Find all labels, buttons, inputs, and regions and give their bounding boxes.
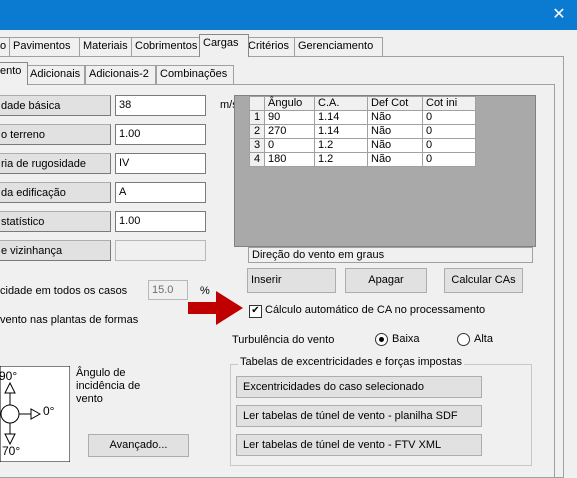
table-cell[interactable]: 1.14 [314,124,368,139]
table-cell[interactable]: 180 [264,152,315,167]
subtab-adicionais[interactable]: Adicionais [26,65,85,84]
table-header-cell [249,96,265,111]
tab-cargas[interactable]: Cargas [199,34,249,57]
table-status-bar: Direção do vento em graus [248,247,533,263]
speed-all-cases-field: 15.0 [148,280,188,300]
table-cell: 1 [249,110,265,125]
table-row[interactable]: 1 90 1.14 Não 0 [249,110,476,125]
angle-bottom-label: 70° [2,444,21,458]
table-cell[interactable]: Não [367,124,423,139]
subtab-combinacoes[interactable]: Combinações [156,65,234,84]
tables-groupbox-title: Tabelas de excentricidades e forças impo… [238,356,464,368]
table-cell[interactable]: 0 [422,152,476,167]
table-row[interactable]: 4 180 1.2 Não 0 [249,152,476,167]
table-cell[interactable]: 0 [422,138,476,153]
table-cell: 3 [249,138,265,153]
table-header-cell: Ângulo [264,96,315,111]
table-cell[interactable]: 90 [264,110,315,125]
turbulence-high-label: Alta [474,333,493,345]
table-cell[interactable]: 270 [264,124,315,139]
param-button-rugosidade[interactable]: ria de rugosidade [0,153,111,174]
wind-tunnel-sdf-button[interactable]: Ler tabelas de túnel de vento - planilha… [236,405,482,427]
table-cell[interactable]: 0 [422,110,476,125]
wind-table: Ângulo C.A. Def Cot Cot ini 1 90 1.14 Nã… [249,96,476,167]
param-field-rugosidade[interactable]: IV [115,153,206,174]
main-tab-row: o Pavimentos Materiais Cobrimentos Carga… [0,34,577,57]
wind-tunnel-xml-button[interactable]: Ler tabelas de túnel de vento - FTV XML [236,434,482,456]
param-button-edificacao[interactable]: da edificação [0,182,111,203]
turbulence-low-radio[interactable] [375,333,388,346]
table-cell[interactable]: Não [367,110,423,125]
tab-gerenciamento[interactable]: Gerenciamento [294,37,383,56]
tab-cobrimentos[interactable]: Cobrimentos [131,37,203,56]
table-row[interactable]: 3 0 1.2 Não 0 [249,138,476,153]
wind-table-container: Ângulo C.A. Def Cot Cot ini 1 90 1.14 Nã… [234,95,536,247]
angle-right-label: 0° [43,404,55,418]
angle-caption: Ângulo de incidência de vento [76,367,141,405]
table-cell: 2 [249,124,265,139]
table-cell[interactable]: 1.2 [314,152,368,167]
param-field-velocidade-basica[interactable]: 38 [115,95,206,116]
table-header-cell: C.A. [314,96,368,111]
param-field-vizinhanca [115,240,206,261]
turbulence-label: Turbulência do vento [232,334,335,346]
speed-all-cases-label: cidade em todos os casos [0,285,128,297]
table-header-cell: Cot ini [422,96,476,111]
close-icon[interactable]: ✕ [549,5,569,25]
table-cell[interactable]: 0 [422,124,476,139]
calculate-cas-button[interactable]: Calcular CAs [444,268,523,293]
turbulence-low-label: Baixa [392,333,420,345]
advanced-button[interactable]: Avançado... [88,434,189,457]
table-cell: 4 [249,152,265,167]
param-button-vizinhanca[interactable]: e vizinhança [0,240,111,261]
param-button-velocidade-basica[interactable]: dade básica [0,95,111,116]
table-cell[interactable]: 1.14 [314,110,368,125]
title-bar [0,0,577,30]
table-cell[interactable]: Não [367,138,423,153]
auto-calc-label: Cálculo automático de CA no processament… [265,304,486,316]
table-header-cell: Def Cot [367,96,423,111]
table-row[interactable]: 2 270 1.14 Não 0 [249,124,476,139]
param-field-edificacao[interactable]: A [115,182,206,203]
param-field-terreno[interactable]: 1.00 [115,124,206,145]
tab-materiais[interactable]: Materiais [79,37,134,56]
param-field-estatistico[interactable]: 1.00 [115,211,206,232]
tab-pavimentos[interactable]: Pavimentos [9,37,82,56]
subtab-adicionais-2[interactable]: Adicionais-2 [85,65,156,84]
turbulence-high-radio[interactable] [457,333,470,346]
table-cell[interactable]: 0 [264,138,315,153]
wind-in-plans-label: vento nas plantas de formas [0,314,139,326]
eccentricities-button[interactable]: Excentricidades do caso selecionado [236,376,482,398]
table-header-row: Ângulo C.A. Def Cot Cot ini [249,96,476,111]
red-arrow-icon [188,291,243,325]
tab-criterios[interactable]: Critérios [244,37,297,56]
sub-tab-row: ento Adicionais Adicionais-2 Combinações [0,62,560,85]
angle-top-label: 90° [0,369,18,383]
insert-button[interactable]: Inserir [247,268,336,293]
auto-calc-checkbox[interactable]: ✔ [249,305,262,318]
delete-button[interactable]: Apagar [345,268,427,293]
table-cell[interactable]: Não [367,152,423,167]
table-cell[interactable]: 1.2 [314,138,368,153]
param-button-terreno[interactable]: o terreno [0,124,111,145]
subtab-vento[interactable]: ento [0,62,28,85]
param-button-estatistico[interactable]: statístico [0,211,111,232]
